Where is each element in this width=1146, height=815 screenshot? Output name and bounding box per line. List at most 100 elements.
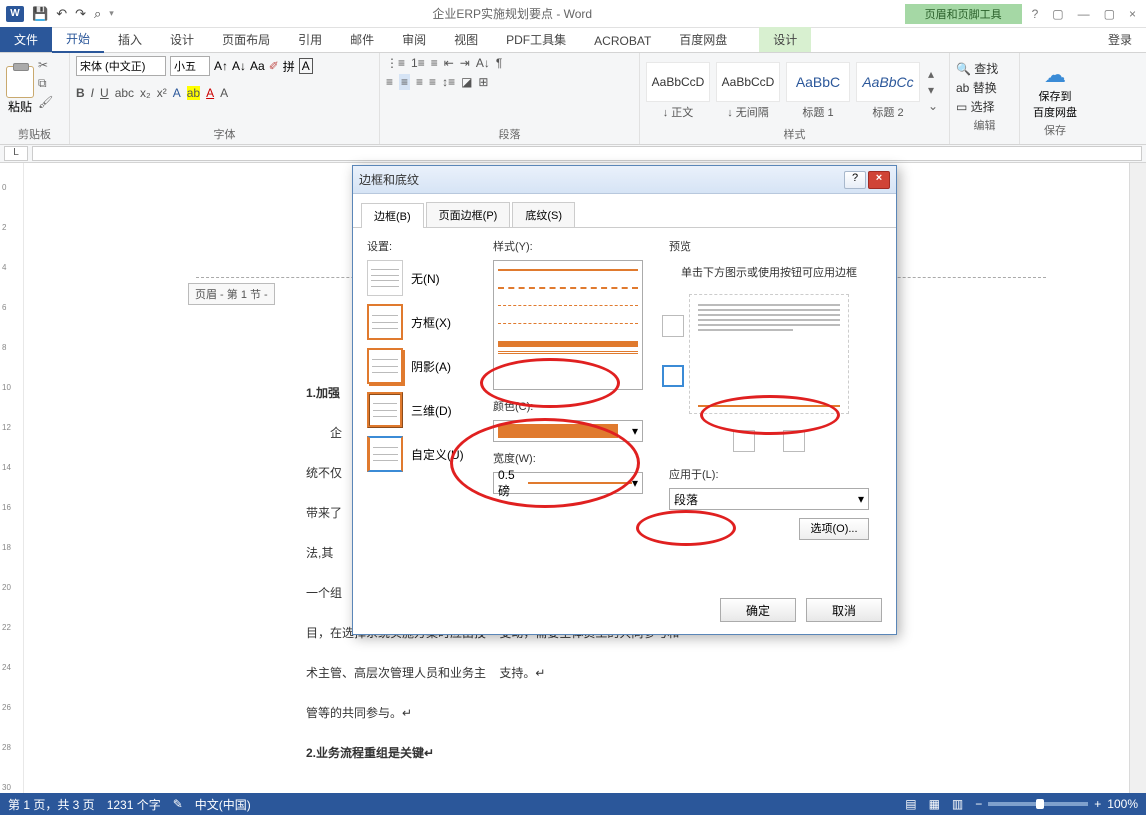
numbering-icon[interactable]: 1≡ bbox=[411, 56, 425, 70]
border-right-toggle[interactable] bbox=[783, 430, 805, 452]
apply-to-select[interactable]: 段落 ▾ bbox=[669, 488, 869, 510]
maximize-icon[interactable]: ▢ bbox=[1104, 7, 1115, 21]
grow-font-icon[interactable]: A↑ bbox=[214, 59, 228, 73]
border-top-toggle[interactable] bbox=[662, 315, 684, 337]
tab-references[interactable]: 引用 bbox=[284, 27, 336, 52]
styles-up-icon[interactable]: ▴ bbox=[928, 67, 938, 81]
tab-view[interactable]: 视图 bbox=[440, 27, 492, 52]
tab-home[interactable]: 开始 bbox=[52, 26, 104, 53]
preset-custom[interactable]: 自定义(U) bbox=[367, 436, 477, 472]
word-count[interactable]: 1231 个字 bbox=[107, 796, 161, 813]
cancel-button[interactable]: 取消 bbox=[806, 598, 882, 622]
zoom-slider[interactable] bbox=[988, 802, 1088, 806]
preset-none[interactable]: 无(N) bbox=[367, 260, 477, 296]
dlg-tab-shading[interactable]: 底纹(S) bbox=[512, 202, 575, 227]
replace-button[interactable]: ab 替换 bbox=[956, 79, 1013, 96]
strike-icon[interactable]: abc bbox=[115, 86, 134, 100]
tab-insert[interactable]: 插入 bbox=[104, 27, 156, 52]
save-cloud-button[interactable]: ☁ 保存到 百度网盘 bbox=[1026, 56, 1084, 120]
indent-right-icon[interactable]: ⇥ bbox=[460, 56, 470, 70]
tab-review[interactable]: 审阅 bbox=[388, 27, 440, 52]
ribbon-options-icon[interactable]: ▢ bbox=[1052, 7, 1063, 21]
tab-file[interactable]: 文件 bbox=[0, 27, 52, 52]
preset-3d[interactable]: 三维(D) bbox=[367, 392, 477, 428]
format-painter-icon[interactable]: 🖌 bbox=[38, 95, 53, 109]
borders-icon[interactable]: ⊞ bbox=[478, 75, 488, 89]
style-item[interactable]: AaBbCcD↓ 正文 bbox=[646, 62, 710, 124]
qat-more-icon[interactable]: ▾ bbox=[109, 8, 114, 19]
horizontal-ruler[interactable] bbox=[32, 146, 1142, 161]
tab-pdf[interactable]: PDF工具集 bbox=[492, 27, 580, 52]
tab-selector[interactable]: L bbox=[4, 146, 28, 161]
web-layout-icon[interactable]: ▥ bbox=[952, 797, 963, 811]
tab-baidu[interactable]: 百度网盘 bbox=[665, 27, 741, 52]
shading-icon[interactable]: ◪ bbox=[461, 75, 472, 89]
italic-icon[interactable]: I bbox=[91, 86, 94, 100]
tab-mailings[interactable]: 邮件 bbox=[336, 27, 388, 52]
dialog-help-icon[interactable]: ? bbox=[844, 171, 866, 189]
ok-button[interactable]: 确定 bbox=[720, 598, 796, 622]
justify-icon[interactable]: ≡ bbox=[429, 75, 436, 89]
preset-box[interactable]: 方框(X) bbox=[367, 304, 477, 340]
clear-format-icon[interactable]: ✐ bbox=[269, 59, 279, 73]
preview-diagram[interactable] bbox=[689, 294, 849, 414]
zoom-level[interactable]: 100% bbox=[1107, 797, 1138, 811]
char-shading-icon[interactable]: A bbox=[220, 86, 228, 100]
select-button[interactable]: ▭ 选择 bbox=[956, 98, 1013, 115]
page-status[interactable]: 第 1 页，共 3 页 bbox=[8, 796, 95, 813]
redo-icon[interactable]: ↷ bbox=[75, 6, 86, 22]
spellcheck-icon[interactable]: ✎ bbox=[173, 797, 183, 811]
styles-down-icon[interactable]: ▾ bbox=[928, 83, 938, 97]
copy-icon[interactable]: ⧉ bbox=[38, 76, 53, 91]
font-color-icon[interactable]: A bbox=[206, 86, 214, 100]
char-border-icon[interactable]: A bbox=[299, 58, 313, 74]
highlight-icon[interactable]: ab bbox=[187, 86, 200, 100]
border-color-select[interactable]: ▾ bbox=[493, 420, 643, 442]
close-icon[interactable]: × bbox=[1129, 7, 1136, 21]
find-button[interactable]: 🔍 查找 bbox=[956, 60, 1013, 77]
border-bottom-toggle[interactable] bbox=[662, 365, 684, 387]
zoom-out-icon[interactable]: − bbox=[975, 797, 982, 811]
align-center-icon[interactable]: ≡ bbox=[399, 74, 410, 90]
tab-acrobat[interactable]: ACROBAT bbox=[580, 30, 665, 52]
vertical-scrollbar[interactable] bbox=[1129, 163, 1146, 793]
minimize-icon[interactable]: — bbox=[1078, 7, 1090, 21]
subscript-icon[interactable]: x₂ bbox=[140, 86, 151, 100]
undo-icon[interactable]: ↶ bbox=[56, 6, 67, 22]
paste-button[interactable]: 粘贴 bbox=[6, 56, 34, 124]
border-left-toggle[interactable] bbox=[733, 430, 755, 452]
border-width-select[interactable]: 0.5 磅 ▾ bbox=[493, 472, 643, 494]
sort-icon[interactable]: A↓ bbox=[476, 56, 490, 70]
dlg-tab-border[interactable]: 边框(B) bbox=[361, 203, 424, 228]
print-icon[interactable]: ⌕ bbox=[94, 6, 101, 22]
align-right-icon[interactable]: ≡ bbox=[416, 75, 423, 89]
superscript-icon[interactable]: x² bbox=[157, 86, 167, 100]
preset-shadow[interactable]: 阴影(A) bbox=[367, 348, 477, 384]
zoom-control[interactable]: − + 100% bbox=[975, 797, 1138, 811]
vertical-ruler[interactable]: 024681012141618202224262830 bbox=[0, 163, 24, 793]
font-name-input[interactable] bbox=[76, 56, 166, 76]
change-case-icon[interactable]: Aa bbox=[250, 59, 265, 73]
help-icon[interactable]: ? bbox=[1032, 7, 1039, 21]
print-layout-icon[interactable]: ▦ bbox=[929, 797, 940, 811]
multilevel-icon[interactable]: ≡ bbox=[431, 56, 438, 70]
shrink-font-icon[interactable]: A↓ bbox=[232, 59, 246, 73]
line-spacing-icon[interactable]: ↕≡ bbox=[442, 75, 455, 89]
dialog-close-icon[interactable]: × bbox=[868, 171, 890, 189]
options-button[interactable]: 选项(O)... bbox=[799, 518, 869, 540]
styles-more-icon[interactable]: ⌄ bbox=[928, 99, 938, 113]
tab-layout[interactable]: 页面布局 bbox=[208, 27, 284, 52]
border-style-list[interactable] bbox=[493, 260, 643, 390]
tab-header-footer-design[interactable]: 设计 bbox=[759, 27, 811, 52]
style-item[interactable]: AaBbCc标题 2 bbox=[856, 62, 920, 124]
login-link[interactable]: 登录 bbox=[1094, 27, 1146, 52]
bullets-icon[interactable]: ⋮≡ bbox=[386, 56, 405, 70]
cut-icon[interactable]: ✂ bbox=[38, 58, 53, 72]
read-mode-icon[interactable]: ▤ bbox=[905, 797, 916, 811]
style-item[interactable]: AaBbCcD↓ 无间隔 bbox=[716, 62, 780, 124]
phonetic-icon[interactable]: 拼 bbox=[283, 58, 295, 75]
zoom-in-icon[interactable]: + bbox=[1094, 797, 1101, 811]
text-effects-icon[interactable]: A bbox=[173, 86, 181, 100]
indent-left-icon[interactable]: ⇤ bbox=[444, 56, 454, 70]
underline-icon[interactable]: U bbox=[100, 86, 109, 100]
